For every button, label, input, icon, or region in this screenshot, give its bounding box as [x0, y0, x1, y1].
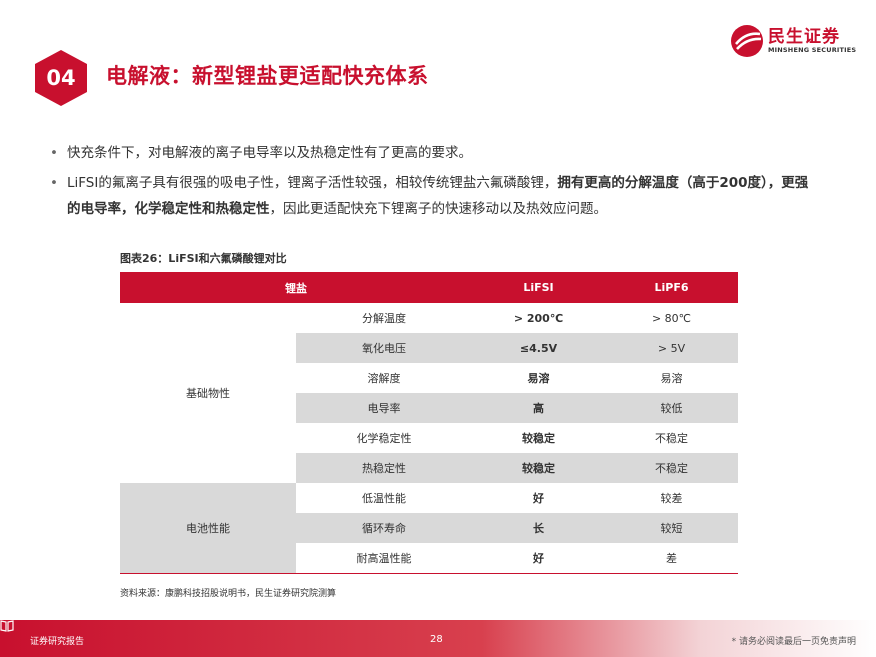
row-lifsi-value: ≤4.5V — [519, 341, 558, 355]
row-lifsi-value: 较稳定 — [522, 462, 555, 475]
table-row: 低温性能 好 较差 — [296, 483, 738, 513]
row-property: 化学稳定性 — [356, 432, 412, 445]
page-number: 28 — [430, 634, 443, 645]
row-lipf6-value: > 80℃ — [651, 311, 692, 325]
bullet-dot-icon: • — [50, 145, 58, 161]
bullet-text: LiFSI的氟离子具有很强的吸电子性，锂离子活性较强，相较传统锂盐六氟磷酸锂， — [67, 175, 558, 191]
table-row: 分解温度 > 200℃ > 80℃ — [296, 303, 738, 333]
row-lipf6-value: 不稳定 — [655, 462, 688, 475]
row-property: 电导率 — [367, 402, 401, 415]
table-row: 耐高温性能 好 差 — [296, 543, 738, 573]
row-property: 热稳定性 — [362, 462, 406, 475]
header-lifsi: LiFSI — [523, 281, 554, 294]
row-property: 低温性能 — [362, 492, 406, 505]
table-row: 电导率 高 较低 — [296, 393, 738, 423]
row-lipf6-value: 差 — [666, 552, 677, 565]
group-basic-properties: 基础物性 — [120, 303, 296, 483]
row-lifsi-value: > 200℃ — [513, 311, 564, 325]
row-property: 溶解度 — [367, 372, 401, 385]
row-lifsi-value: 好 — [533, 552, 544, 565]
footer-disclaimer: * 请务必阅读最后一页免责声明 — [731, 637, 856, 647]
row-lipf6-value: 较差 — [660, 492, 683, 505]
logo-name-cn: 民生证券 — [768, 27, 840, 47]
section-badge: 04 — [31, 48, 91, 108]
group-battery-performance: 电池性能 — [120, 483, 296, 573]
header-lithium-salt: 锂盐 — [285, 281, 307, 295]
table-bottom-rule — [120, 573, 738, 574]
bullet-item: • 快充条件下，对电解液的离子电导率以及热稳定性有了更高的要求。 — [50, 140, 820, 166]
row-lipf6-value: 不稳定 — [655, 432, 688, 445]
row-property: 耐高温性能 — [356, 552, 412, 565]
table-header: 锂盐 LiFSI LiPF6 — [120, 272, 738, 303]
row-lifsi-value: 长 — [533, 522, 544, 535]
row-lipf6-value: > 5V — [657, 341, 686, 355]
logo-emblem-icon — [731, 25, 763, 57]
row-property: 分解温度 — [362, 312, 406, 325]
row-lifsi-value: 易溶 — [527, 372, 550, 385]
bullet-item: • LiFSI的氟离子具有很强的吸电子性，锂离子活性较强，相较传统锂盐六氟磷酸锂… — [50, 170, 820, 222]
table-row: 氧化电压 ≤4.5V > 5V — [296, 333, 738, 363]
source-note: 资料来源：康鹏科技招股说明书，民生证券研究院测算 — [120, 589, 337, 599]
brand-logo: 民生证券 MINSHENG SECURITIES — [730, 22, 860, 60]
row-property: 氧化电压 — [362, 342, 406, 355]
header-lipf6: LiPF6 — [654, 281, 689, 294]
table-caption: 图表26：LiFSI和六氟磷酸锂对比 — [120, 252, 287, 265]
bullet-list: • 快充条件下，对电解液的离子电导率以及热稳定性有了更高的要求。 • LiFSI… — [50, 140, 820, 226]
bullet-text: ，因此更适配快充下锂离子的快速移动以及热效应问题。 — [269, 201, 608, 217]
bullet-dot-icon: • — [50, 175, 58, 191]
table-body: 基础物性 电池性能 分解温度 > 200℃ > 80℃ 氧化电压 ≤4.5V > 5V 溶解… — [120, 303, 738, 603]
book-icon — [0, 620, 14, 632]
row-lifsi-value: 好 — [533, 492, 544, 505]
footer-report-label: 证券研究报告 — [30, 637, 85, 647]
row-lipf6-value: 易溶 — [660, 372, 683, 385]
page-title: 电解液：新型锂盐更适配快充体系 — [106, 64, 429, 88]
section-number: 04 — [46, 66, 76, 90]
table-row: 热稳定性 较稳定 不稳定 — [296, 453, 738, 483]
row-lipf6-value: 较低 — [660, 402, 683, 415]
logo-name-en: MINSHENG SECURITIES — [768, 46, 857, 54]
comparison-table: 锂盐 LiFSI LiPF6 基础物性 电池性能 分解温度 > 200℃ > 80℃… — [120, 272, 738, 603]
table-rows: 分解温度 > 200℃ > 80℃ 氧化电压 ≤4.5V > 5V 溶解度 易溶 易溶 电导率高较… — [296, 303, 738, 573]
table-row: 溶解度 易溶 易溶 — [296, 363, 738, 393]
row-lifsi-value: 高 — [533, 402, 544, 415]
row-property: 循环寿命 — [362, 522, 406, 535]
page-footer: 证券研究报告 28 * 请务必阅读最后一页免责声明 — [0, 620, 876, 657]
bullet-text: 快充条件下，对电解液的离子电导率以及热稳定性有了更高的要求。 — [67, 145, 472, 161]
row-lipf6-value: 较短 — [660, 522, 683, 535]
table-row: 化学稳定性 较稳定 不稳定 — [296, 423, 738, 453]
table-row: 循环寿命 长 较短 — [296, 513, 738, 543]
row-lifsi-value: 较稳定 — [522, 432, 555, 445]
